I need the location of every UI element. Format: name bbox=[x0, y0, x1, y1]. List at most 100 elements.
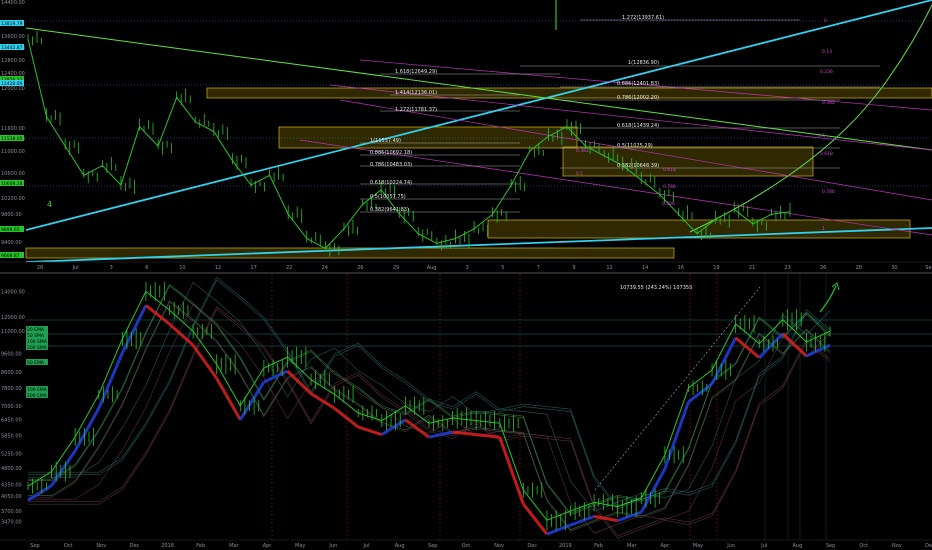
moving-average-tag: 50 EMA bbox=[26, 359, 48, 366]
zone-4 bbox=[487, 219, 911, 239]
price-tag: 13442.87 bbox=[0, 44, 24, 51]
top-y-tick: 14400.00 bbox=[1, 0, 25, 6]
fib-level-label: 0.5(11025.29) bbox=[617, 143, 653, 149]
fib-level-label: 1(11537.49) bbox=[370, 138, 401, 144]
top-x-tick: Sep bbox=[925, 265, 932, 271]
top-x-tick: 23 bbox=[784, 265, 790, 271]
measure-annotation: 10739.55 (243.24%) 10735S bbox=[620, 285, 692, 291]
bottom-y-tick: 3470.00 bbox=[1, 520, 22, 526]
moving-average-tag: 200 EMA bbox=[26, 392, 48, 399]
price-tag-text: 12420.09 bbox=[1, 81, 23, 87]
bottom-y-tick: 12000.00 bbox=[1, 315, 25, 321]
top-x-tick: 9 bbox=[572, 265, 575, 271]
top-y-tick: 9800.00 bbox=[1, 212, 22, 218]
bottom-x-tick: Feb bbox=[196, 543, 205, 549]
top-y-tick: 10200.00 bbox=[1, 196, 25, 202]
bottom-y-tick: 6450.00 bbox=[1, 417, 22, 423]
top-x-tick: 3 bbox=[466, 265, 469, 271]
top-x-tick: 12 bbox=[606, 265, 612, 271]
fib-level-label: 1(12836.90) bbox=[628, 60, 659, 66]
fib-level-label: 1.618(12649.29) bbox=[395, 69, 437, 75]
bottom-y-tick: 4350.00 bbox=[1, 482, 22, 488]
fib-side-label: 0.5 bbox=[818, 133, 825, 139]
top-y-tick: 11600.00 bbox=[1, 126, 25, 132]
moving-average-tag-text: 100 EMA bbox=[27, 387, 48, 393]
top-y-tick: 12000.00 bbox=[1, 86, 25, 92]
bottom-x-tick: Jun bbox=[726, 543, 735, 549]
price-tag-text: 11538.05 bbox=[1, 136, 23, 142]
moving-average-tag-text: 200 EMA bbox=[27, 393, 48, 399]
bottom-x-tick: Sep bbox=[826, 543, 835, 549]
top-x-tick: Aug bbox=[427, 265, 437, 271]
fib-level-label: 1.272(13937.61) bbox=[622, 15, 664, 21]
fib-side-label: 0.382 bbox=[576, 148, 589, 154]
top-x-tick: 12 bbox=[215, 265, 221, 271]
zone-1 bbox=[206, 87, 932, 99]
top-x-tick: 29 bbox=[393, 265, 399, 271]
moving-average-tags: 20 EMA50 SMA100 SMA200 SMA 50 EMA 100 EMA2… bbox=[26, 326, 48, 399]
moving-average-tag: 100 EMA bbox=[26, 386, 48, 393]
moving-average-tag-text: 50 EMA bbox=[27, 360, 45, 366]
bottom-x-tick: Apr bbox=[263, 543, 273, 549]
top-x-tick: 24 bbox=[322, 265, 328, 271]
top-y-tick: 9400.00 bbox=[1, 240, 22, 246]
moving-average-tag-text: 100 SMA bbox=[27, 339, 48, 345]
fib-side-label: 1 bbox=[822, 226, 825, 232]
top-x-tick: 22 bbox=[286, 265, 292, 271]
bottom-x-tick: Dec bbox=[527, 543, 537, 549]
moving-average-tag: 20 EMA bbox=[26, 326, 48, 333]
bottom-x-tick: May bbox=[693, 543, 703, 549]
top-x-tick: 6 bbox=[145, 265, 148, 271]
bottom-x-tick: Nov bbox=[892, 543, 902, 549]
price-tag-text: 13819.79 bbox=[1, 21, 23, 27]
price-tag: 9608.87 bbox=[0, 252, 24, 259]
top-x-tick: 30 bbox=[891, 265, 897, 271]
top-x-tick: 21 bbox=[749, 265, 755, 271]
price-tag: 12420.09 bbox=[0, 80, 24, 87]
wave-annotation: 4 bbox=[47, 200, 52, 209]
top-x-tick: 10 bbox=[179, 265, 185, 271]
bottom-y-tick: 9600.00 bbox=[1, 352, 22, 358]
top-x-tick: 7 bbox=[537, 265, 540, 271]
top-x-tick: 14 bbox=[642, 265, 648, 271]
bottom-y-tick: 5850.00 bbox=[1, 433, 22, 439]
price-tag-text: 13442.87 bbox=[1, 45, 23, 51]
bottom-x-tick: Aug bbox=[793, 543, 803, 549]
bottom-y-tick: 3700.00 bbox=[1, 509, 22, 515]
fib-level-label: 0.5(10057.75) bbox=[370, 194, 406, 200]
chart-canvas[interactable]: 1.272(13937.61) 1(12836.90) 1.618(12649.29… bbox=[0, 0, 932, 550]
fib-side-label: 0.236 bbox=[820, 69, 833, 75]
moving-average-tag: 100 SMA bbox=[26, 338, 48, 345]
bottom-x-tick: Nov bbox=[494, 543, 504, 549]
bottom-x-tick: Dec bbox=[130, 543, 140, 549]
bottom-x-tick: 2019 bbox=[559, 543, 572, 549]
price-tag-text: 10608.28 bbox=[1, 181, 23, 187]
fib-side-label: 0.5 bbox=[576, 171, 583, 177]
bottom-x-tick: Jul bbox=[362, 543, 369, 549]
top-x-tick: 26 bbox=[820, 265, 826, 271]
top-y-tick: 12800.00 bbox=[1, 58, 25, 64]
price-tag: 11538.05 bbox=[0, 135, 24, 142]
bottom-x-tick: Jul bbox=[760, 543, 767, 549]
zone-3 bbox=[562, 146, 814, 177]
fib-level-label: 1.414(12136.01) bbox=[395, 90, 437, 96]
fib-side-label: 0.618 bbox=[820, 151, 833, 157]
bottom-x-tick: Nov bbox=[96, 543, 106, 549]
bottom-x-tick: May bbox=[295, 543, 305, 549]
fib-level-label: 0.786(10483.03) bbox=[370, 162, 412, 168]
fib-level-label: 0.382(10648.39) bbox=[617, 163, 659, 169]
bottom-x-tick: Oct bbox=[462, 543, 471, 549]
top-x-tick: Jul bbox=[72, 265, 79, 271]
top-x-tick: 26 bbox=[357, 265, 363, 271]
fib-level-label: 0.886(12401.83) bbox=[617, 81, 659, 87]
bottom-x-tick: Dec bbox=[925, 543, 932, 549]
zone-2 bbox=[278, 126, 578, 149]
bottom-x-tick: Sep bbox=[30, 543, 39, 549]
bottom-y-tick: 11000.00 bbox=[1, 329, 25, 335]
bottom-y-tick: 8600.00 bbox=[1, 370, 22, 376]
price-tag: 9899.65 bbox=[0, 226, 24, 233]
top-x-tick: 28 bbox=[37, 265, 43, 271]
bottom-x-tick: Aug bbox=[395, 543, 405, 549]
top-x-tick: 16 bbox=[678, 265, 684, 271]
bottom-x-tick: Mar bbox=[627, 543, 637, 549]
